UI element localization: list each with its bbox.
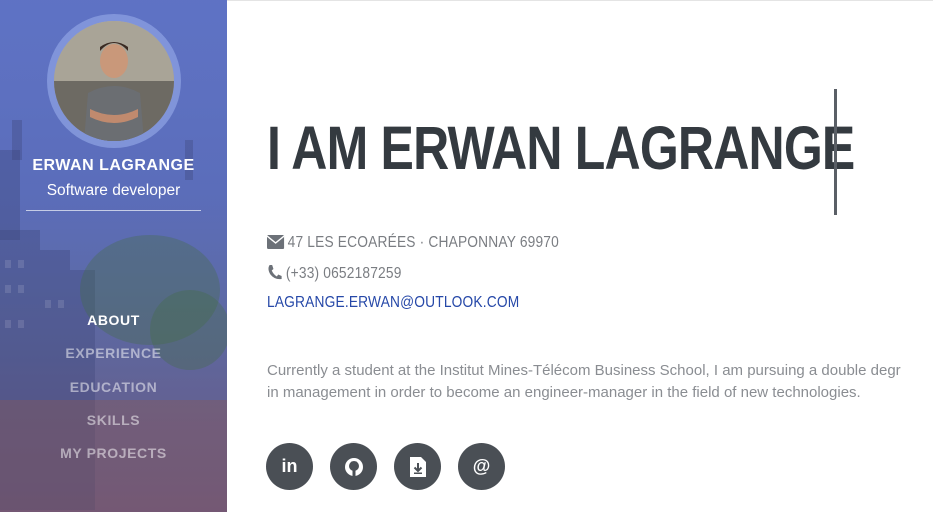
bio-line-2: in management in order to become an engi… — [267, 384, 861, 401]
social-links: in @ — [266, 443, 505, 490]
nav-item-about[interactable]: ABOUT — [0, 310, 227, 343]
envelope-icon — [266, 235, 285, 254]
profile-photo — [54, 21, 174, 141]
avatar — [54, 21, 174, 141]
main-content: I AM ERWAN LAGRANGE 47 LES ECOARÉES · CH… — [227, 0, 933, 512]
address: 47 LES ECOARÉES · CHAPONNAY 69970 — [266, 234, 559, 254]
text-cursor — [834, 89, 837, 215]
nav-item-my-projects[interactable]: MY PROJECTS — [0, 443, 227, 476]
bio-line-1: Currently a student at the Institut Mine… — [267, 362, 901, 379]
avatar-ring — [47, 14, 181, 148]
sidebar: ERWAN LAGRANGE Software developer ABOUT … — [0, 0, 227, 512]
github-icon — [344, 457, 363, 476]
sidebar-divider — [26, 210, 201, 211]
phone-text: (+33) 0652187259 — [285, 265, 402, 282]
nav-item-skills[interactable]: SKILLS — [0, 410, 227, 443]
bio-paragraph: Currently a student at the Institut Mine… — [267, 360, 933, 404]
page-title: I AM ERWAN LAGRANGE — [267, 114, 855, 182]
nav-item-education[interactable]: EDUCATION — [0, 377, 227, 410]
sidebar-nav: ABOUT EXPERIENCE EDUCATION SKILLS MY PRO… — [0, 310, 227, 476]
sidebar-name: ERWAN LAGRANGE — [32, 157, 195, 174]
phone-icon — [267, 264, 282, 285]
email-link[interactable]: LAGRANGE.ERWAN@OUTLOOK.COM — [267, 294, 519, 312]
linkedin-icon: in — [281, 456, 298, 476]
github-button[interactable] — [330, 443, 377, 490]
nav-item-experience[interactable]: EXPERIENCE — [0, 343, 227, 376]
resume-download-icon — [409, 456, 426, 477]
resume-download-button[interactable] — [394, 443, 441, 490]
linkedin-button[interactable]: in — [266, 443, 313, 490]
sidebar-job-title: Software developer — [46, 182, 181, 199]
address-text: 47 LES ECOARÉES · CHAPONNAY 69970 — [287, 234, 559, 251]
phone: (+33) 0652187259 — [267, 264, 402, 285]
email-button[interactable]: @ — [458, 443, 505, 490]
at-icon: @ — [472, 456, 491, 476]
